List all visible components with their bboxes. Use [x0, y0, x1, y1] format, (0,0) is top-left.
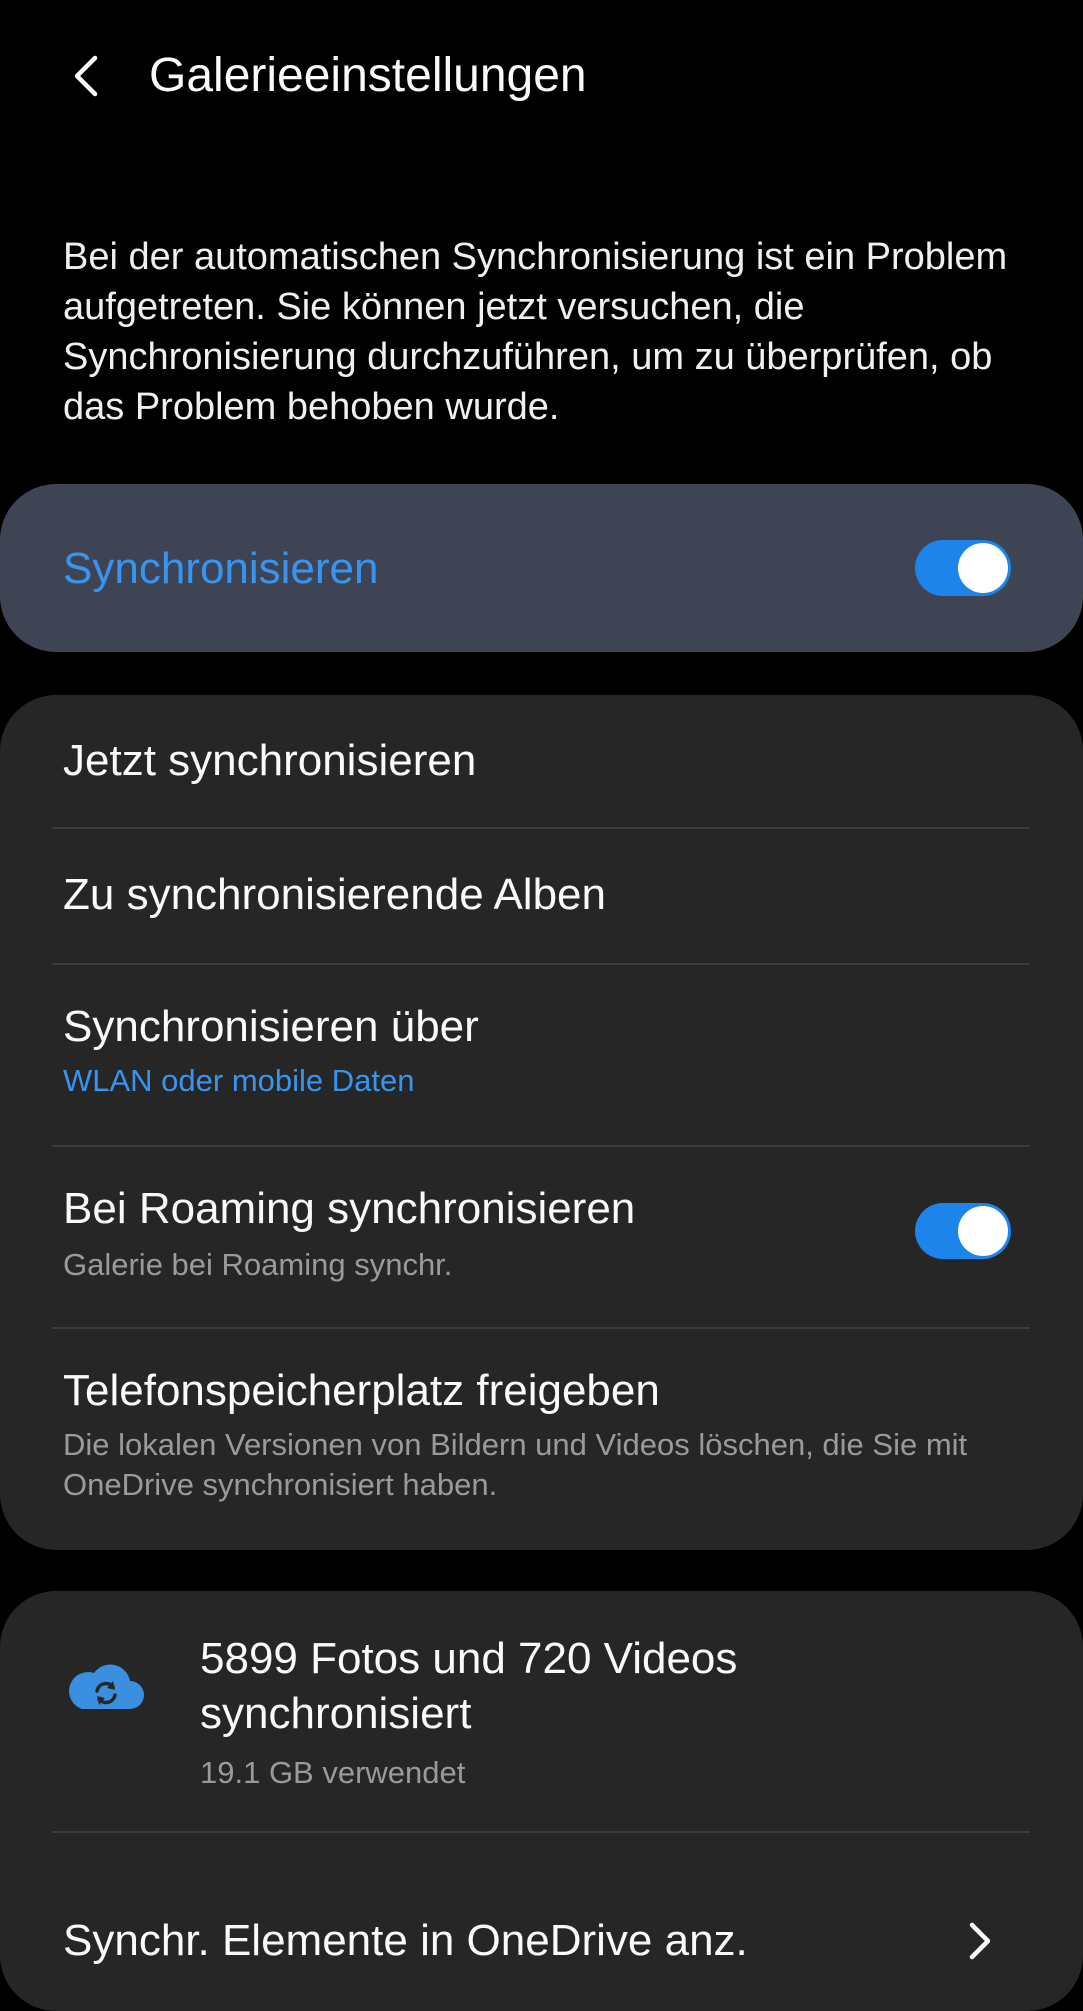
divider [52, 1831, 1030, 1833]
onedrive-card: 5899 Fotos und 720 Videos synchronisiert… [0, 1591, 1083, 2011]
view-onedrive-items-button[interactable] [955, 1913, 1003, 1969]
roaming-sync-sub: Galerie bei Roaming synchr. [63, 1247, 453, 1282]
sync-via-value: WLAN oder mobile Daten [63, 1063, 415, 1098]
cloud-sync-icon [69, 1664, 144, 1709]
sync-settings-card: Jetzt synchronisieren Zu synchronisieren… [0, 695, 1083, 1550]
app-header: Galerieeinstellungen [0, 0, 1083, 150]
albums-to-sync-item[interactable]: Zu synchronisierende Alben [0, 829, 1083, 963]
free-space-item[interactable]: Telefonspeicherplatz freigeben Die lokal… [0, 1329, 1083, 1549]
albums-to-sync-label: Zu synchronisierende Alben [63, 870, 606, 919]
storage-used: 19.1 GB verwendet [200, 1755, 466, 1790]
sync-via-label: Synchronisieren über [63, 1002, 479, 1051]
free-space-label: Telefonspeicherplatz freigeben [63, 1366, 660, 1415]
roaming-sync-label: Bei Roaming synchronisieren [63, 1184, 636, 1233]
chevron-right-icon [969, 1922, 991, 1960]
roaming-sync-item[interactable]: Bei Roaming synchronisieren Galerie bei … [0, 1147, 1083, 1329]
free-space-sub: Die lokalen Versionen von Bildern und Vi… [63, 1427, 968, 1502]
back-arrow-icon [74, 55, 98, 97]
sync-summary: 5899 Fotos und 720 Videos synchronisiert [200, 1634, 738, 1738]
sync-label: Synchronisieren [63, 544, 379, 593]
sync-toggle[interactable] [915, 540, 1011, 596]
roaming-toggle[interactable] [915, 1203, 1011, 1259]
sync-error-notice: Bei der automatischen Synchronisierung i… [63, 236, 1008, 428]
page-title: Galerieeinstellungen [149, 49, 587, 102]
sync-via-item[interactable]: Synchronisieren über WLAN oder mobile Da… [0, 965, 1083, 1145]
sync-now-item[interactable]: Jetzt synchronisieren [0, 695, 1083, 827]
toggle-knob [958, 1206, 1008, 1256]
sync-master-switch-row[interactable]: Synchronisieren [0, 484, 1083, 652]
view-onedrive-items-link[interactable]: Synchr. Elemente in OneDrive anz. [63, 1915, 748, 1967]
toggle-knob [958, 543, 1008, 593]
back-button[interactable] [62, 48, 110, 104]
sync-now-label: Jetzt synchronisieren [63, 736, 477, 785]
